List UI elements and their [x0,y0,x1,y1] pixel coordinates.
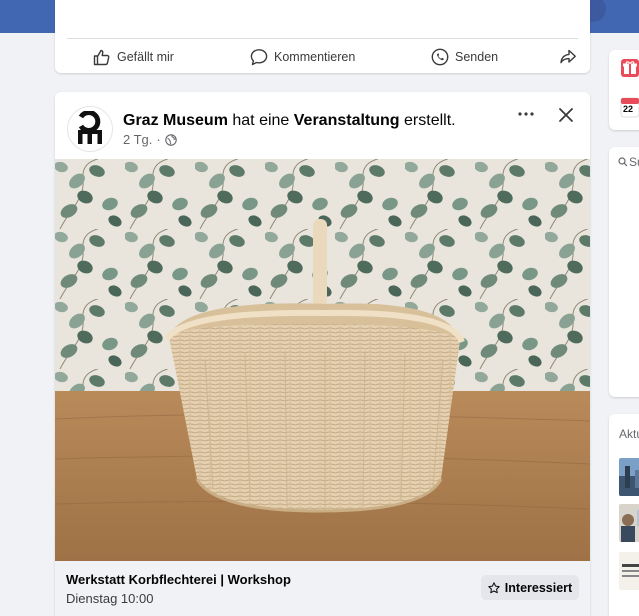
more-options-button[interactable] [514,106,538,122]
author-name-link[interactable]: Graz Museum [123,112,228,129]
send-label: Senden [455,50,499,64]
right-search[interactable]: Su [618,155,639,169]
right-news-card: Aktu [609,414,639,616]
meta-separator: · [156,132,161,147]
gift-icon[interactable] [620,58,639,78]
interested-button[interactable]: Interessiert [481,575,579,600]
right-shortcuts-card: 22 [609,50,639,130]
more-options-icon [518,112,534,116]
event-type-link[interactable]: Veranstaltung [294,112,400,129]
thumbnail-image [619,552,639,590]
star-icon [488,581,500,593]
right-search-text: Su [629,155,639,169]
comment-label: Kommentieren [274,50,356,64]
event-post-card: Graz Museum hat eine Veranstaltung erste… [55,92,590,616]
headline-end: erstellt. [404,112,456,129]
search-icon [618,157,628,167]
event-title[interactable]: Werkstatt Korbflechterei | Workshop [66,572,291,587]
share-button[interactable] [558,44,583,70]
share-icon [560,49,576,64]
right-search-card: Su [609,147,639,397]
previous-post-card: Gefällt mir Kommentieren Senden [55,0,590,73]
news-thumbnail[interactable] [619,552,639,590]
section-label: Aktu [619,427,639,441]
headline-text: hat eine [232,112,290,129]
thumbnail-image [619,458,639,496]
event-time: Dienstag 10:00 [66,591,154,606]
wicker-basket-image [55,159,590,561]
comment-button[interactable]: Kommentieren [249,44,355,70]
news-thumbnail[interactable] [619,458,639,496]
author-avatar[interactable] [67,106,113,152]
post-meta: 2 Tg. · [123,132,177,147]
post-headline: Graz Museum hat eine Veranstaltung erste… [123,112,456,130]
like-button[interactable]: Gefällt mir [92,44,174,70]
comment-icon [250,49,268,66]
calendar-icon[interactable]: 22 [620,96,639,118]
messenger-icon [431,48,449,66]
globe-icon [164,133,177,146]
close-icon[interactable] [556,105,576,125]
thumbnail-image [619,504,639,542]
event-info-bar[interactable]: Werkstatt Korbflechterei | Workshop Dien… [55,561,590,616]
event-photo[interactable] [55,159,590,561]
post-timestamp[interactable]: 2 Tg. [123,132,152,147]
graz-museum-logo [78,111,102,144]
thumbs-up-icon [93,49,110,66]
divider [67,38,578,39]
interested-label: Interessiert [504,580,573,595]
calendar-day: 22 [623,104,634,114]
like-label: Gefällt mir [117,50,174,64]
send-button[interactable]: Senden [430,44,498,70]
news-thumbnail[interactable] [619,504,639,542]
